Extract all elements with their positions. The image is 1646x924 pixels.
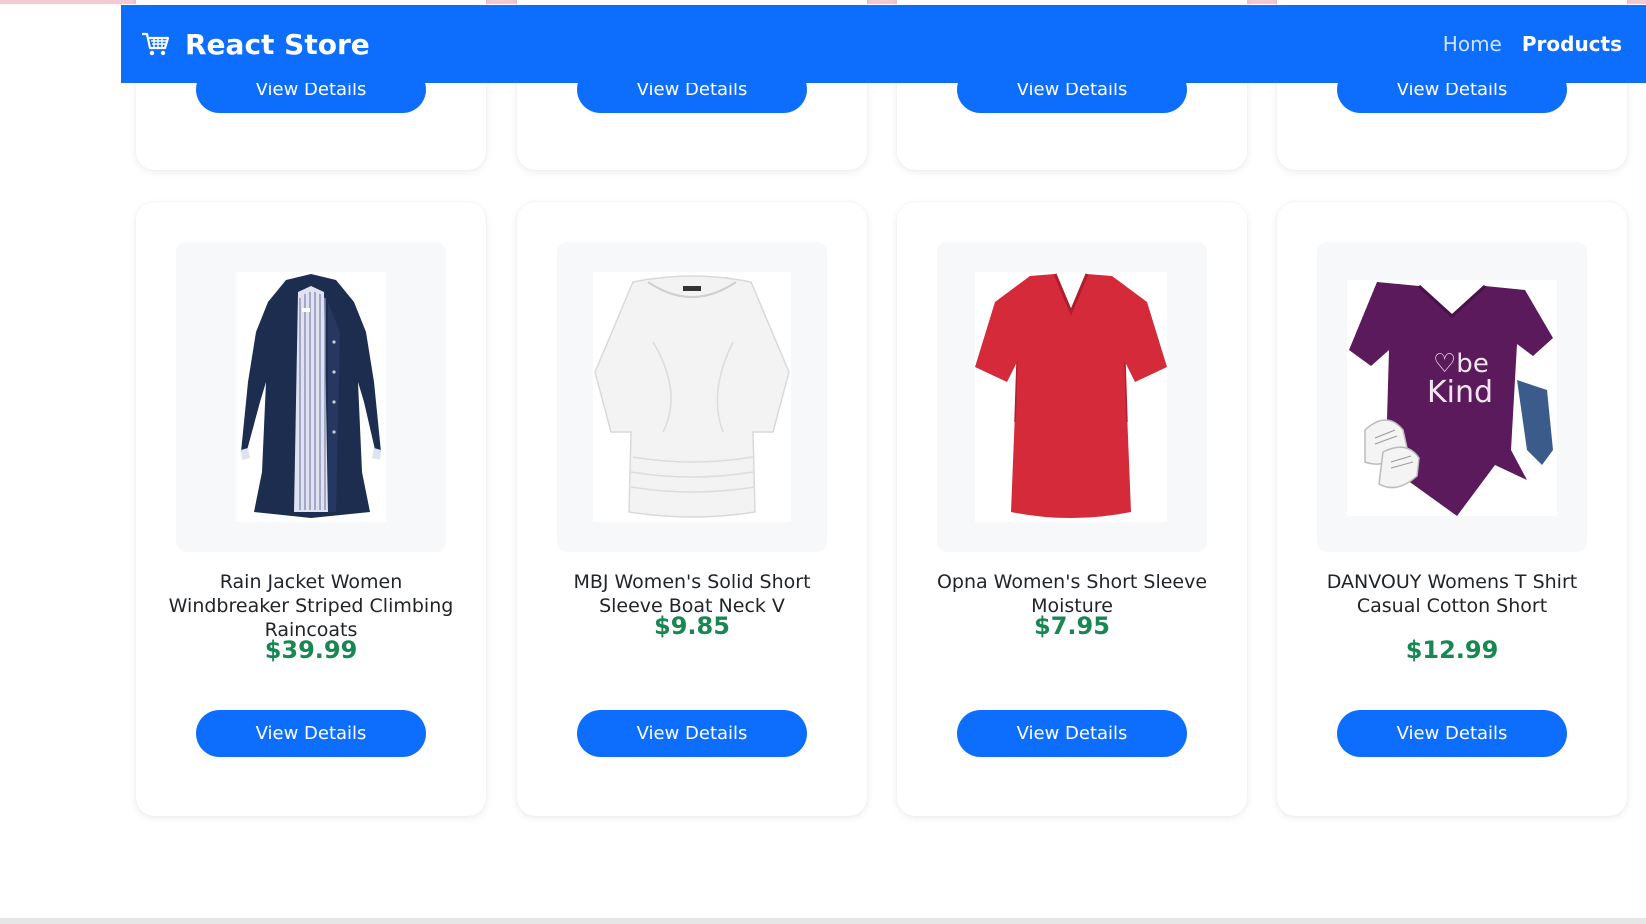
view-details-button[interactable]: View Details <box>577 710 807 757</box>
navbar: React Store Home Products <box>121 5 1646 83</box>
view-details-button[interactable]: View Details <box>196 710 426 757</box>
shopping-cart-icon <box>141 29 173 59</box>
product-card: Rain Jacket Women Windbreaker Striped Cl… <box>136 202 486 816</box>
product-image-container <box>176 242 446 552</box>
nav-links: Home Products <box>1443 32 1622 56</box>
product-price: $39.99 <box>264 636 358 664</box>
product-price: $9.85 <box>654 612 730 640</box>
product-card: Opna Women's Short Sleeve Moisture $7.95… <box>897 202 1247 816</box>
brand-name: React Store <box>185 27 370 61</box>
page: React Store Home Products View Details V… <box>0 0 1646 924</box>
browser-bottom-strip <box>0 918 1646 924</box>
product-image-container: ♡be Kind <box>1317 242 1587 552</box>
product-title[interactable]: Opna Women's Short Sleeve Moisture <box>927 570 1217 618</box>
nav-link-products[interactable]: Products <box>1522 32 1622 56</box>
product-image-container <box>557 242 827 552</box>
product-price: $7.95 <box>1034 612 1110 640</box>
navy-rain-jacket-image[interactable] <box>236 272 386 522</box>
product-image-container <box>937 242 1207 552</box>
product-title[interactable]: DANVOUY Womens T Shirt Casual Cotton Sho… <box>1307 570 1597 618</box>
nav-link-home[interactable]: Home <box>1443 32 1502 56</box>
view-details-button[interactable]: View Details <box>1337 710 1567 757</box>
product-card: ♡be Kind DANVOUY Womens T Shirt Casual C… <box>1277 202 1627 816</box>
purple-be-kind-tshirt-image[interactable]: ♡be Kind <box>1347 280 1557 516</box>
product-title[interactable]: Rain Jacket Women Windbreaker Striped Cl… <box>166 570 456 642</box>
product-price: $12.99 <box>1405 636 1499 664</box>
view-details-button[interactable]: View Details <box>957 710 1187 757</box>
product-title[interactable]: MBJ Women's Solid Short Sleeve Boat Neck… <box>547 570 837 618</box>
white-top-image[interactable] <box>593 272 791 522</box>
brand-link[interactable]: React Store <box>141 28 370 61</box>
product-card: MBJ Women's Solid Short Sleeve Boat Neck… <box>517 202 867 816</box>
red-tshirt-image[interactable] <box>975 272 1167 522</box>
be-kind-shirt-text: Kind <box>1427 375 1493 410</box>
